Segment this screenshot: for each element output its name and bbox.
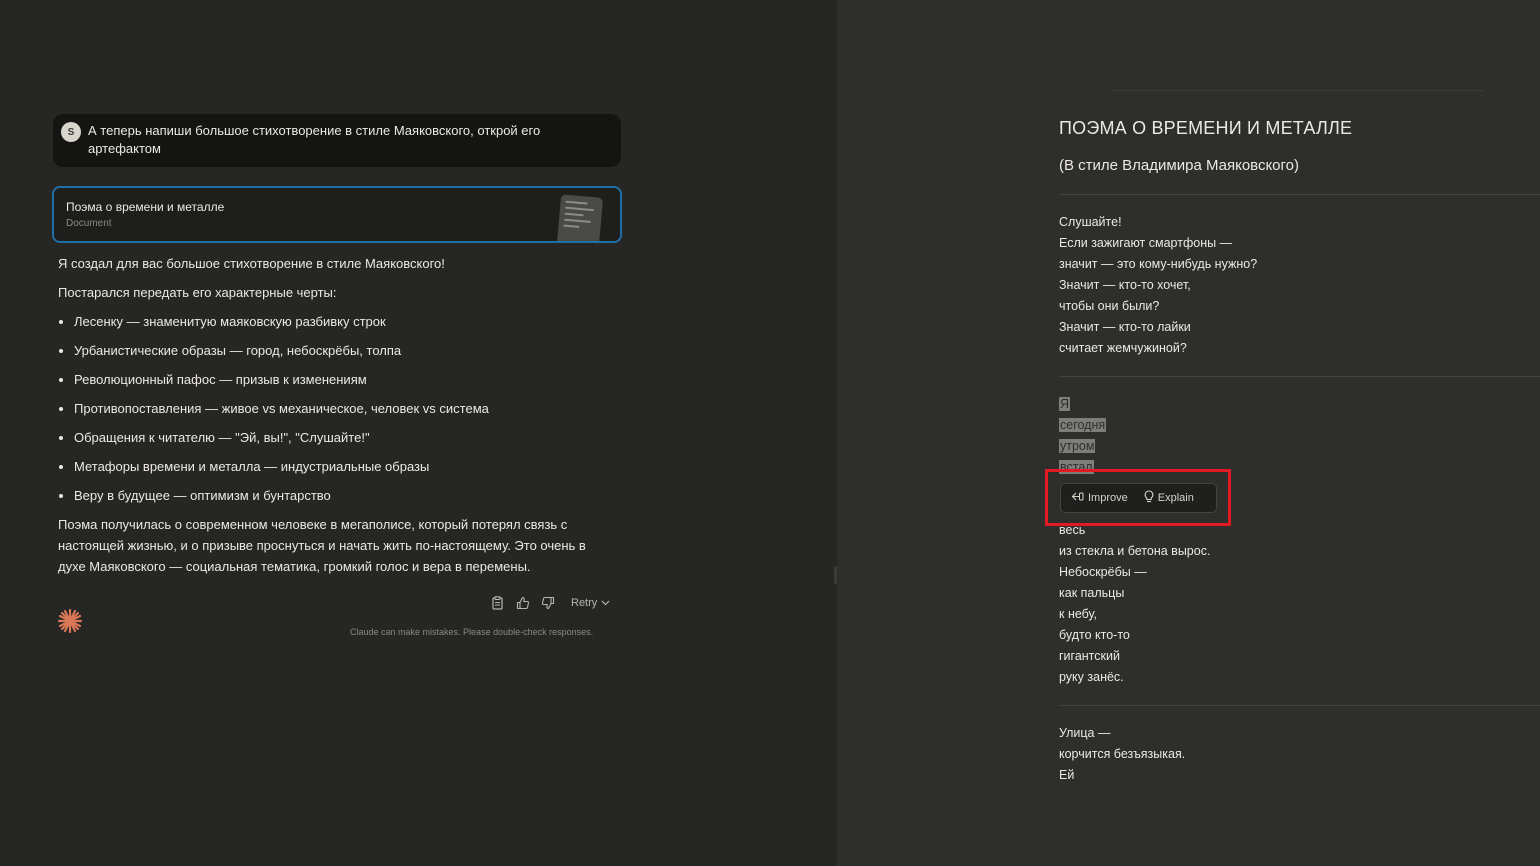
divider (1059, 194, 1540, 195)
poem-line: руку занёс. (1059, 670, 1124, 684)
retry-button[interactable]: Retry (571, 597, 610, 609)
bullet-item: Лесенку — знаменитую маяковскую разбивку… (74, 311, 588, 332)
selected-poem-line[interactable]: сегодня (1059, 418, 1107, 432)
assistant-message: Я создал для вас большое стихотворение в… (58, 253, 588, 585)
chat-pane: S А теперь напиши большое стихотворение … (0, 0, 837, 866)
user-avatar: S (61, 122, 81, 142)
retry-label: Retry (571, 597, 598, 609)
message-actions: Retry (490, 594, 610, 612)
bullet-item: Веру в будущее — оптимизм и бунтарство (74, 485, 588, 506)
artifact-type: Document (66, 218, 112, 229)
poem-line: будто кто-то (1059, 628, 1130, 642)
poem-line: корчится безъязыкая. (1059, 747, 1186, 761)
poem-line: из стекла и бетона вырос. (1059, 544, 1211, 558)
thumbs-up-icon[interactable] (515, 596, 530, 611)
user-message-text: А теперь напиши большое стихотворение в … (88, 123, 541, 156)
assistant-bullet-list: Лесенку — знаменитую маяковскую разбивку… (58, 311, 588, 506)
bullet-item: Метафоры времени и металла — индустриаль… (74, 456, 588, 477)
document-thumbnail-icon (556, 194, 604, 241)
poem-line: гигантский (1059, 649, 1120, 663)
poem-line: считает жемчужиной? (1059, 341, 1187, 355)
assistant-conclusion: Поэма получилась о современном человеке … (58, 517, 586, 574)
poem-line: Значит — кто-то лайки (1059, 320, 1191, 334)
bullet-item: Обращения к читателю — "Эй, вы!", "Слуша… (74, 427, 588, 448)
chevron-down-icon (601, 597, 610, 609)
assistant-intro: Я создал для вас большое стихотворение в… (58, 256, 445, 271)
bullet-item: Урбанистические образы — город, небоскрё… (74, 340, 588, 361)
divider (1059, 376, 1540, 377)
stanza-3: Улица — корчится безъязыкая. Ей (1059, 723, 1185, 786)
poem-line: Слушайте! (1059, 215, 1122, 229)
poem-line: значит — это кому-нибудь нужно? (1059, 257, 1258, 271)
thumbs-down-icon[interactable] (540, 596, 555, 611)
stanza-2: весь из стекла и бетона вырос. Небоскрёб… (1059, 520, 1210, 688)
poem-line: Значит — кто-то хочет, (1059, 278, 1191, 292)
poem-line: к небу, (1059, 607, 1098, 621)
stanza-1: Слушайте! Если зажигают смартфоны — знач… (1059, 212, 1257, 359)
poem-line: Если зажигают смартфоны — (1059, 236, 1233, 250)
assistant-lead: Постарался передать его характерные черт… (58, 285, 337, 300)
clipboard-icon[interactable] (490, 596, 505, 611)
disclaimer-text: Claude can make mistakes. Please double-… (350, 627, 594, 637)
divider (1059, 705, 1540, 706)
user-message: S А теперь напиши большое стихотворение … (53, 114, 621, 167)
poem-line: Улица — (1059, 726, 1111, 740)
document-title: ПОЭМА О ВРЕМЕНИ И МЕТАЛЛЕ (1059, 118, 1353, 138)
top-divider (1110, 90, 1484, 91)
selected-poem-line[interactable]: Я (1059, 397, 1071, 411)
bullet-item: Революционный пафос — призыв к изменения… (74, 369, 588, 390)
poem-line: чтобы они были? (1059, 299, 1160, 313)
poem-line: Небоскрёбы — (1059, 565, 1147, 579)
selected-poem-line[interactable]: утром (1059, 439, 1096, 453)
claude-logo-icon (57, 608, 83, 634)
stanza-2-selected[interactable]: Я сегодня утром встал (1059, 394, 1107, 478)
artifact-card[interactable]: Поэма о времени и металле Document (52, 186, 622, 243)
poem-line: как пальцы (1059, 586, 1125, 600)
highlight-annotation-box (1045, 469, 1231, 526)
document-subtitle: (В стиле Владимира Маяковского) (1059, 157, 1300, 174)
poem-line: Ей (1059, 768, 1075, 782)
artifact-title: Поэма о времени и металле (66, 200, 225, 214)
bullet-item: Противопоставления — живое vs механическ… (74, 398, 588, 419)
